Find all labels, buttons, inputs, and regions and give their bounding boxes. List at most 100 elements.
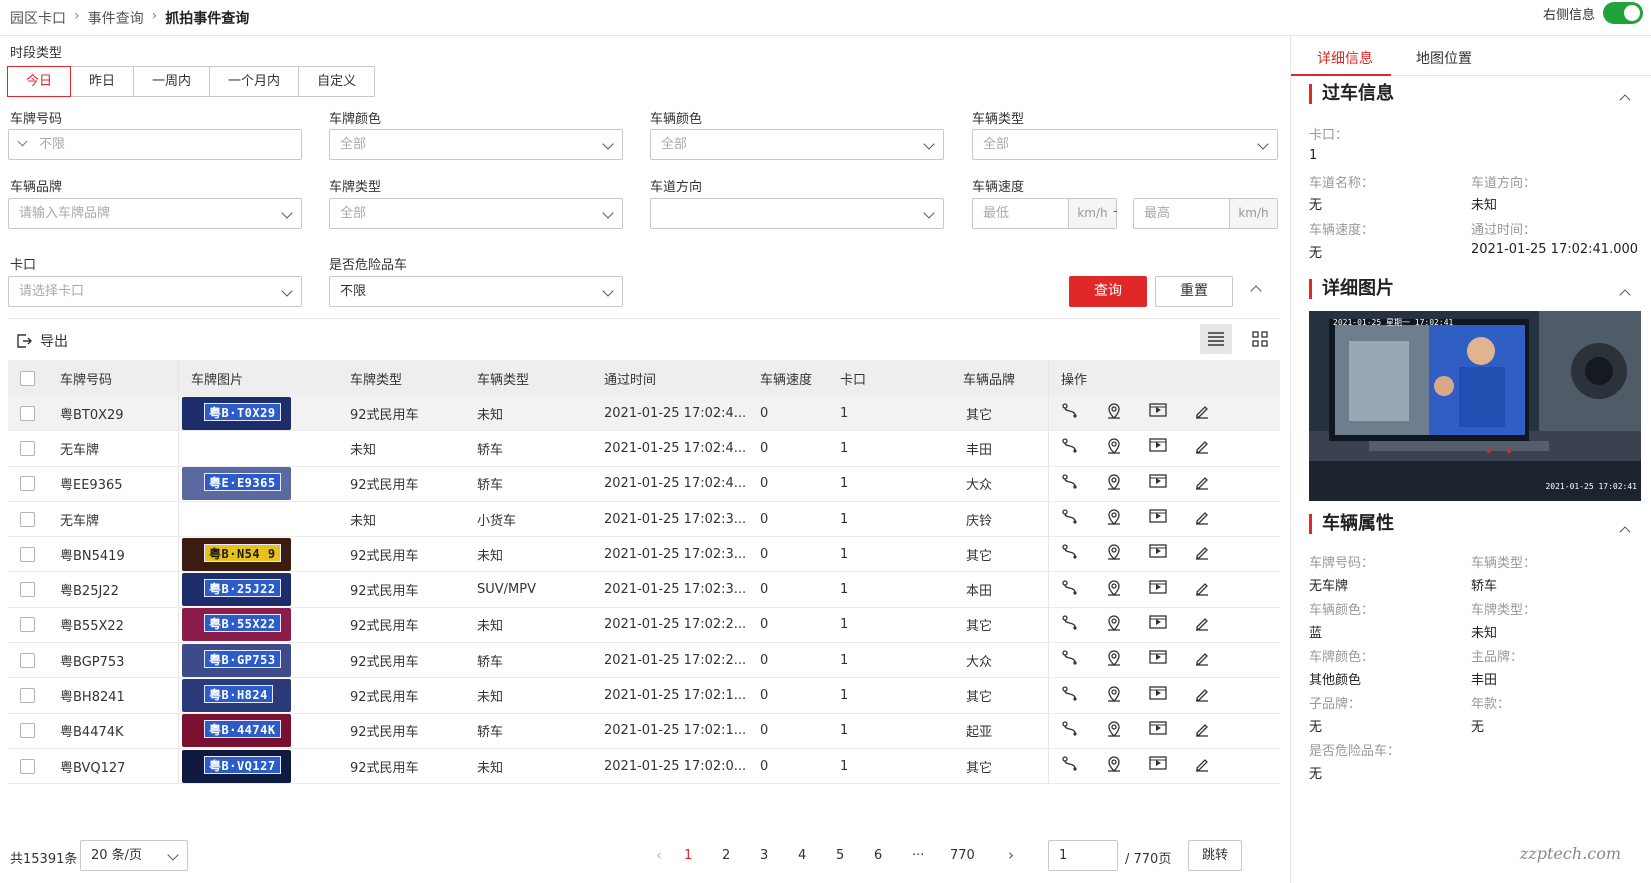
collapse-image-icon[interactable] [1619, 289, 1631, 301]
page-size-select[interactable]: 20 条/页 [80, 840, 188, 871]
track-icon[interactable] [1048, 721, 1092, 741]
table-row[interactable]: 粤EE9365 粤E·E9365 92式民用车 轿车 2021-01-25 17:02:… [8, 466, 1280, 502]
track-icon[interactable] [1048, 438, 1092, 458]
breadcrumb-item-2[interactable]: 事件查询 [88, 8, 144, 28]
row-checkbox[interactable] [20, 405, 35, 421]
row-checkbox[interactable] [20, 723, 35, 739]
video-icon[interactable] [1136, 650, 1180, 670]
tab-detail[interactable]: 详细信息 [1317, 48, 1373, 68]
row-checkbox[interactable] [20, 476, 35, 492]
row-checkbox[interactable] [20, 511, 35, 527]
row-checkbox[interactable] [20, 546, 35, 562]
right-info-toggle[interactable] [1603, 2, 1643, 24]
edit-icon[interactable] [1180, 721, 1224, 741]
table-row[interactable]: 粤BN5419 粤B·N54 9 92式民用车 未知 2021-01-25 17:02:… [8, 537, 1280, 573]
row-checkbox[interactable] [20, 652, 35, 668]
edit-icon[interactable] [1180, 650, 1224, 670]
plate-image[interactable]: 粤B·T0X29 [182, 396, 291, 430]
collapse-pass-icon[interactable] [1619, 94, 1631, 106]
header-brand[interactable]: 车辆品牌 [963, 369, 1015, 388]
period-month[interactable]: 一个月内 [209, 66, 300, 97]
page-number[interactable]: 3 [760, 848, 768, 863]
next-page-icon[interactable]: › [1008, 846, 1014, 864]
edit-icon[interactable] [1180, 615, 1224, 635]
video-icon[interactable] [1136, 721, 1180, 741]
reset-button[interactable]: 重置 [1155, 276, 1233, 307]
video-icon[interactable] [1136, 579, 1180, 600]
speed-min-input[interactable]: 最低 km/h [972, 198, 1117, 229]
list-view-button[interactable] [1200, 324, 1232, 354]
edit-icon[interactable] [1180, 438, 1224, 458]
row-checkbox[interactable] [20, 688, 35, 704]
capture-image[interactable]: 2021-01-25 星期一 17:02:41 2021-01-25 17:02… [1309, 311, 1641, 501]
track-icon[interactable] [1048, 685, 1092, 706]
video-icon[interactable] [1136, 615, 1180, 635]
track-icon[interactable] [1048, 509, 1092, 529]
location-icon[interactable] [1092, 544, 1136, 564]
video-icon[interactable] [1136, 685, 1180, 706]
header-speed[interactable]: 车辆速度 [760, 369, 812, 388]
plate-image[interactable]: 粤B·GP753 [182, 643, 291, 677]
table-row[interactable]: 粤B55X22 粤B·55X22 92式民用车 未知 2021-01-25 17:02:… [8, 607, 1280, 644]
plate-image[interactable]: 粤B·H824 [182, 679, 291, 713]
row-checkbox[interactable] [20, 617, 35, 633]
select-all-checkbox[interactable] [20, 370, 35, 386]
table-row[interactable]: 粤BGP753 粤B·GP753 92式民用车 轿车 2021-01-25 17:02:… [8, 643, 1280, 679]
period-week[interactable]: 一周内 [133, 66, 211, 97]
location-icon[interactable] [1092, 474, 1136, 494]
header-vehicle-type[interactable]: 车辆类型 [477, 369, 529, 388]
edit-icon[interactable] [1180, 509, 1224, 529]
breadcrumb-item-1[interactable]: 园区卡口 [10, 8, 66, 28]
page-ellipsis[interactable]: ··· [912, 848, 924, 863]
plate-image[interactable]: 粤B·N54 9 [182, 537, 291, 571]
video-icon[interactable] [1136, 403, 1180, 423]
plate-color-select[interactable]: 全部 [329, 129, 623, 160]
location-icon[interactable] [1092, 580, 1136, 600]
table-row[interactable]: 粤BH8241 粤B·H824 92式民用车 未知 2021-01-25 17:02:1… [8, 678, 1280, 714]
jump-button[interactable]: 跳转 [1188, 840, 1242, 871]
location-icon[interactable] [1092, 685, 1136, 706]
edit-icon[interactable] [1180, 686, 1224, 706]
vehicle-color-select[interactable]: 全部 [650, 129, 944, 160]
export-button[interactable]: 导出 [16, 331, 68, 351]
plate-image[interactable]: 粤B·VQ127 [182, 749, 291, 783]
lane-dir-select[interactable] [650, 198, 944, 229]
track-icon[interactable] [1048, 403, 1092, 423]
header-checkpoint[interactable]: 卡口 [840, 369, 866, 388]
table-row[interactable]: 粤BT0X29 粤B·T0X29 92式民用车 未知 2021-01-25 17:02:… [8, 396, 1280, 432]
vehicle-type-select[interactable]: 全部 [972, 129, 1278, 160]
header-time[interactable]: 通过时间 [604, 369, 656, 388]
edit-icon[interactable] [1180, 544, 1224, 564]
location-icon[interactable] [1092, 509, 1136, 529]
header-plate-img[interactable]: 车牌图片 [191, 369, 243, 388]
plate-no-input[interactable]: 不限 [8, 129, 302, 160]
row-checkbox[interactable] [20, 758, 35, 774]
track-icon[interactable] [1048, 544, 1092, 564]
location-icon[interactable] [1092, 615, 1136, 635]
tab-map[interactable]: 地图位置 [1416, 48, 1472, 68]
brand-select[interactable]: 请输入车牌品牌 [8, 198, 302, 229]
location-icon[interactable] [1092, 756, 1136, 776]
track-icon[interactable] [1048, 615, 1092, 635]
video-icon[interactable] [1136, 438, 1180, 458]
header-plate-type[interactable]: 车牌类型 [350, 369, 402, 388]
period-today[interactable]: 今日 [7, 66, 72, 97]
edit-icon[interactable] [1180, 474, 1224, 494]
page-number[interactable]: 2 [722, 848, 730, 863]
speed-max-input[interactable]: 最高 km/h [1133, 198, 1278, 229]
grid-view-button[interactable] [1244, 324, 1276, 354]
table-row[interactable]: 无车牌 未知 轿车 2021-01-25 17:02:4... 0 1 丰田 [8, 431, 1280, 467]
collapse-attr-icon[interactable] [1619, 526, 1631, 538]
page-number[interactable]: 5 [836, 848, 844, 863]
page-number[interactable]: 770 [950, 848, 975, 863]
table-row[interactable]: 粤B25J22 粤B·25J22 92式民用车 SUV/MPV 2021-01-25 1… [8, 572, 1280, 608]
hazard-select[interactable]: 不限 [329, 276, 623, 307]
video-icon[interactable] [1136, 544, 1180, 564]
query-button[interactable]: 查询 [1069, 276, 1147, 307]
jump-page-input[interactable]: 1 [1048, 840, 1118, 871]
location-icon[interactable] [1092, 721, 1136, 741]
plate-image[interactable]: 粤B·25J22 [182, 573, 291, 607]
track-icon[interactable] [1048, 650, 1092, 670]
table-row[interactable]: 无车牌 未知 小货车 2021-01-25 17:02:3... 0 1 庆铃 [8, 501, 1280, 538]
header-plate[interactable]: 车牌号码 [60, 369, 112, 388]
